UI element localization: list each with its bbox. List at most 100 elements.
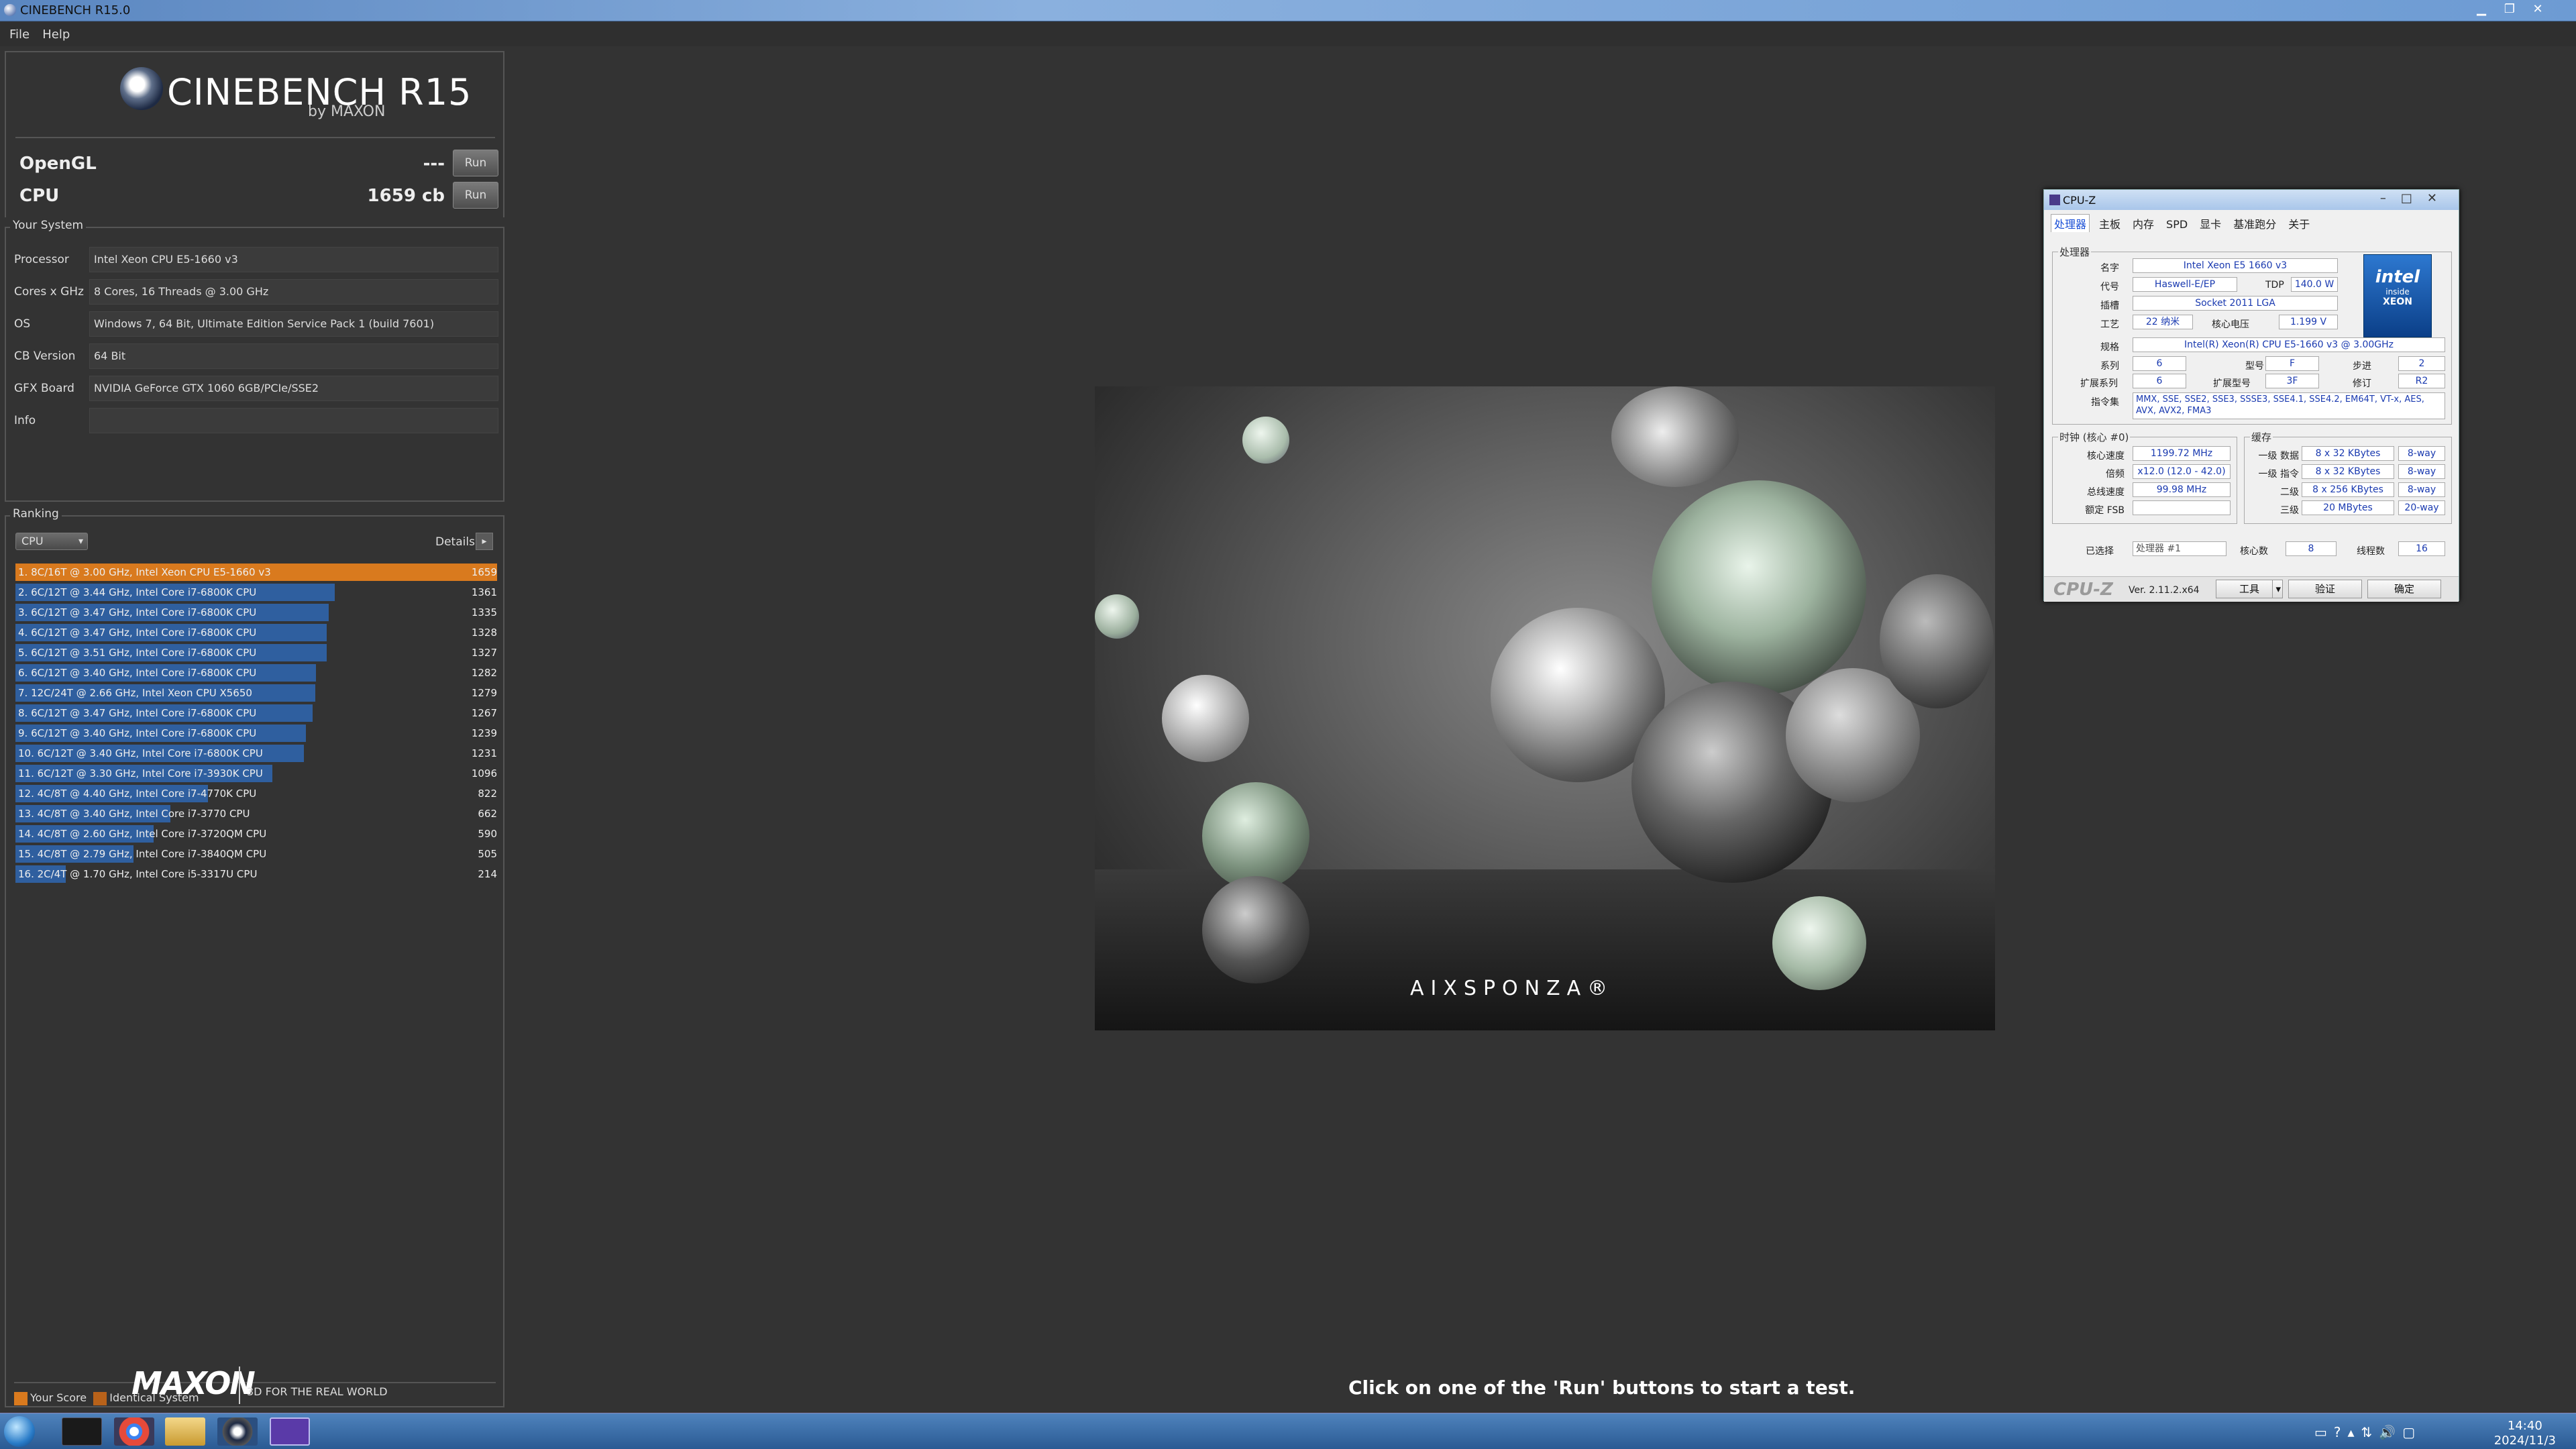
chevron-down-icon[interactable]: ▾ — [2272, 580, 2281, 598]
details-arrow-button[interactable]: ▸ — [476, 533, 493, 550]
ok-button[interactable]: 确定 — [2367, 580, 2441, 598]
cpuz-window: CPU-Z –□✕ 处理器 主板 内存 SPD 显卡 基准跑分 关于 处理器 名字 Inte… — [2043, 189, 2459, 602]
ranking-score: 1282 — [471, 667, 497, 679]
sys-value: Windows 7, 64 Bit, Ultimate Edition Serv… — [89, 311, 498, 337]
divider — [239, 1366, 240, 1404]
ranking-row[interactable]: 16. 2C/4T @ 1.70 GHz, Intel Core i5-3317… — [15, 865, 497, 883]
label-stepping: 步进 — [2353, 361, 2371, 372]
ranking-row[interactable]: 7. 12C/24T @ 2.66 GHz, Intel Xeon CPU X5… — [15, 684, 497, 702]
sys-key: CB Version — [14, 350, 76, 363]
group-title: 时钟 (核心 #0) — [2058, 430, 2131, 444]
tdp-value: 140.0 W — [2291, 277, 2338, 292]
label-revision: 修订 — [2353, 378, 2371, 389]
tab-spd[interactable]: SPD — [2163, 217, 2190, 231]
model-value: F — [2265, 356, 2319, 371]
explorer-taskbar-icon[interactable] — [165, 1417, 205, 1446]
minimize-button[interactable]: ▁ — [2469, 1, 2494, 17]
menu-file[interactable]: File — [9, 28, 30, 42]
label-family: 系列 — [2100, 361, 2119, 372]
window-title: CINEBENCH R15.0 — [20, 3, 131, 17]
ranking-row[interactable]: 6. 6C/12T @ 3.40 GHz, Intel Core i7-6800… — [15, 664, 497, 682]
processor-select[interactable]: 处理器 #1 — [2133, 541, 2226, 556]
label-selection: 已选择 — [2086, 546, 2114, 557]
ranking-row[interactable]: 4. 6C/12T @ 3.47 GHz, Intel Core i7-6800… — [15, 624, 497, 641]
cmd-taskbar-icon[interactable] — [62, 1417, 102, 1446]
ranking-score: 214 — [478, 868, 497, 880]
ranking-label: 1. 8C/16T @ 3.00 GHz, Intel Xeon CPU E5-… — [18, 566, 271, 578]
cache-size-value: 8 x 256 KBytes — [2302, 482, 2394, 497]
clock-value — [2133, 500, 2231, 515]
ranking-row[interactable]: 13. 4C/8T @ 3.40 GHz, Intel Core i7-3770… — [15, 805, 497, 822]
label-spec: 规格 — [2100, 342, 2119, 353]
ranking-label: 11. 6C/12T @ 3.30 GHz, Intel Core i7-393… — [18, 767, 263, 780]
cinebench-logo-icon — [120, 67, 163, 110]
ranking-score: 1267 — [471, 707, 497, 719]
ranking-row[interactable]: 11. 6C/12T @ 3.30 GHz, Intel Core i7-393… — [15, 765, 497, 782]
render-sphere — [1880, 574, 1994, 708]
clock-label: 核心速度 — [2087, 451, 2125, 462]
left-panel: CINEBENCH R15 by MAXON OpenGL --- Run CP… — [5, 51, 504, 1407]
label-package: 插槽 — [2100, 301, 2119, 311]
logo-by: by MAXON — [308, 103, 386, 120]
revision-value: R2 — [2398, 374, 2445, 388]
render-sphere — [1611, 386, 1739, 487]
ranking-score: 1659 — [471, 566, 497, 578]
ranking-row[interactable]: 10. 6C/12T @ 3.40 GHz, Intel Core i7-680… — [15, 745, 497, 762]
vcore-value: 1.199 V — [2279, 315, 2338, 329]
cpuz-window-controls[interactable]: –□✕ — [2380, 191, 2452, 205]
run-cpu-button[interactable]: Run — [453, 182, 498, 209]
ranking-row[interactable]: 3. 6C/12T @ 3.47 GHz, Intel Core i7-6800… — [15, 604, 497, 621]
your-score-swatch — [14, 1391, 28, 1405]
group-title: Your System — [10, 219, 87, 232]
ranking-type-dropdown[interactable]: CPU — [15, 533, 88, 550]
info-field[interactable] — [89, 408, 498, 433]
instructions-value: MMX, SSE, SSE2, SSE3, SSSE3, SSE4.1, SSE… — [2133, 392, 2445, 419]
cinebench-taskbar-icon[interactable] — [217, 1417, 258, 1446]
ranking-row[interactable]: 8. 6C/12T @ 3.47 GHz, Intel Core i7-6800… — [15, 704, 497, 722]
test-row-opengl: OpenGL --- Run — [15, 150, 498, 176]
tools-button[interactable]: 工具 ▾ — [2216, 580, 2283, 598]
ranking-row[interactable]: 9. 6C/12T @ 3.40 GHz, Intel Core i7-6800… — [15, 724, 497, 742]
label-code: 代号 — [2100, 282, 2119, 292]
chrome-taskbar-icon[interactable] — [114, 1417, 154, 1446]
maxon-logo: MAXON 3D FOR THE REAL WORLD — [127, 1365, 396, 1405]
ranking-label: 10. 6C/12T @ 3.40 GHz, Intel Core i7-680… — [18, 747, 263, 759]
tab-mainboard[interactable]: 主板 — [2096, 215, 2123, 232]
tab-memory[interactable]: 内存 — [2130, 215, 2157, 232]
ranking-row[interactable]: 2. 6C/12T @ 3.44 GHz, Intel Core i7-6800… — [15, 584, 497, 601]
ranking-row[interactable]: 1. 8C/16T @ 3.00 GHz, Intel Xeon CPU E5-… — [15, 564, 497, 581]
label-ext-family: 扩展系列 — [2080, 378, 2118, 389]
ranking-score: 1328 — [471, 627, 497, 639]
ranking-row[interactable]: 15. 4C/8T @ 2.79 GHz, Intel Core i7-3840… — [15, 845, 497, 863]
ranking-row[interactable]: 5. 6C/12T @ 3.51 GHz, Intel Core i7-6800… — [15, 644, 497, 661]
tab-graphics[interactable]: 显卡 — [2197, 215, 2224, 232]
ranking-score: 1239 — [471, 727, 497, 739]
tray-icons[interactable]: ▭?▴⇅🔊▢ — [2314, 1424, 2422, 1440]
close-button[interactable]: ✕ — [2525, 1, 2551, 17]
menu-help[interactable]: Help — [42, 28, 70, 42]
validate-button[interactable]: 验证 — [2288, 580, 2362, 598]
cpuz-taskbar-icon[interactable] — [270, 1417, 310, 1446]
ext-family-value: 6 — [2133, 374, 2186, 388]
group-title: Ranking — [10, 507, 62, 521]
ranking-row[interactable]: 14. 4C/8T @ 2.60 GHz, Intel Core i7-3720… — [15, 825, 497, 843]
restore-button[interactable]: ❐ — [2497, 1, 2522, 17]
tab-processor[interactable]: 处理器 — [2051, 214, 2090, 232]
ranking-group: Ranking CPU Details ▸ 1. 8C/16T @ 3.00 G… — [5, 507, 504, 1407]
ranking-score: 505 — [478, 848, 497, 860]
render-watermark: AIXSPONZA® — [1410, 977, 1615, 1000]
ranking-score: 822 — [478, 788, 497, 800]
sys-row: Processor Intel Xeon CPU E5-1660 v3 — [14, 247, 498, 274]
tab-about[interactable]: 关于 — [2286, 215, 2312, 232]
start-button[interactable] — [4, 1416, 35, 1447]
clock-date: 2024/11/3 — [2493, 1434, 2556, 1448]
sys-row: CB Version 64 Bit — [14, 343, 498, 370]
sys-key: Cores x GHz — [14, 285, 84, 299]
tab-bench[interactable]: 基准跑分 — [2231, 215, 2279, 232]
label-instructions: 指令集 — [2091, 397, 2119, 408]
ranking-label: 14. 4C/8T @ 2.60 GHz, Intel Core i7-3720… — [18, 828, 267, 840]
ranking-row[interactable]: 12. 4C/8T @ 4.40 GHz, Intel Core i7-4770… — [15, 785, 497, 802]
clock[interactable]: 14:40 2024/11/3 — [2494, 1419, 2556, 1448]
ranking-label: 6. 6C/12T @ 3.40 GHz, Intel Core i7-6800… — [18, 667, 257, 679]
run-opengl-button[interactable]: Run — [453, 150, 498, 176]
